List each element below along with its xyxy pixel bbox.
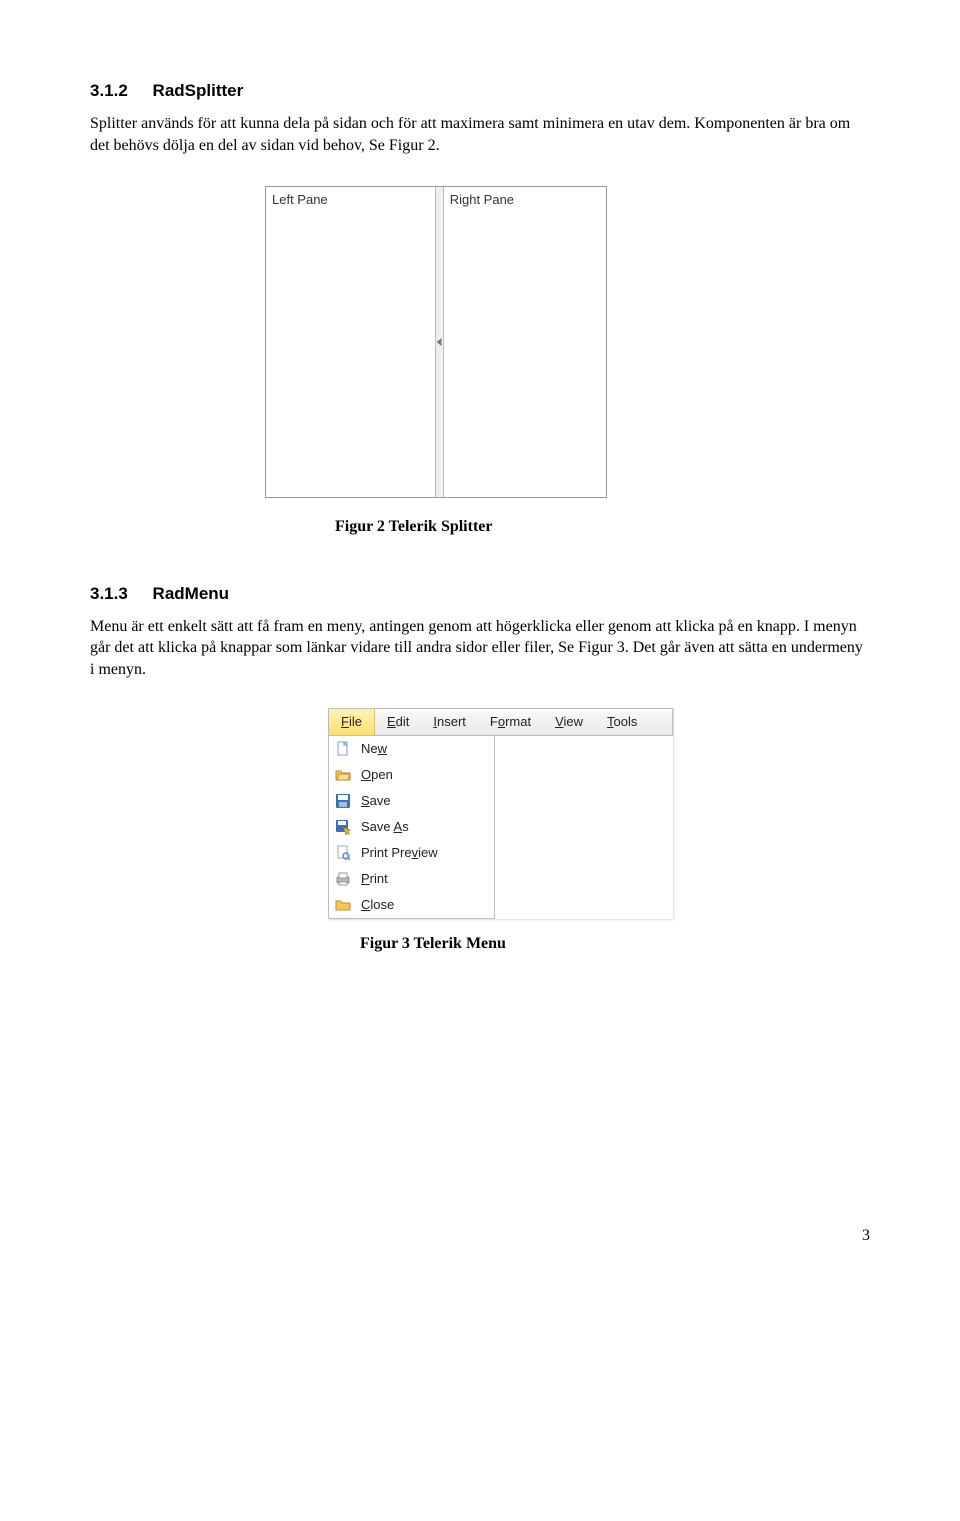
menu-view[interactable]: View: [543, 709, 595, 735]
heading-num: 3.1.2: [90, 81, 128, 100]
menu-item-close[interactable]: Close: [329, 892, 494, 918]
heading-radmenu: 3.1.3 RadMenu: [90, 583, 870, 606]
save-as-icon: [333, 818, 353, 836]
right-pane-label: Right Pane: [444, 187, 606, 213]
heading-title: RadSplitter: [153, 81, 244, 100]
folder-icon: [333, 896, 353, 914]
left-pane-label: Left Pane: [266, 187, 435, 213]
menu-tools[interactable]: Tools: [595, 709, 649, 735]
menu-item-label: Open: [361, 766, 393, 784]
splitter-right-pane: Right Pane: [444, 187, 606, 497]
menu-file[interactable]: File: [329, 709, 375, 735]
new-file-icon: [333, 740, 353, 758]
splitter-figure: Left Pane Right Pane: [265, 186, 607, 498]
menu-item-label: Print Preview: [361, 844, 438, 862]
heading-num: 3.1.3: [90, 584, 128, 603]
menu-item-saveas[interactable]: Save As: [329, 814, 494, 840]
splitter-panes: Left Pane Right Pane: [266, 187, 606, 497]
menu-item-label: Close: [361, 896, 394, 914]
folder-open-icon: [333, 766, 353, 784]
menu-item-label: Print: [361, 870, 388, 888]
splitter-drag-handle[interactable]: [435, 187, 444, 497]
menu-item-label: New: [361, 740, 387, 758]
print-preview-icon: [333, 844, 353, 862]
splitter-left-pane: Left Pane: [266, 187, 435, 497]
file-dropdown: New Open Save Save As Print Preview: [328, 736, 495, 919]
page-number: 3: [90, 1225, 870, 1247]
menu-item-label: Save As: [361, 818, 409, 836]
heading-title: RadMenu: [153, 584, 230, 603]
menubar: File Edit Insert Format View Tools: [328, 708, 673, 736]
menu-edit[interactable]: Edit: [375, 709, 421, 735]
splitter-caption: Figur 2 Telerik Splitter: [335, 516, 870, 538]
menu-item-save[interactable]: Save: [329, 788, 494, 814]
menu-item-printpreview[interactable]: Print Preview: [329, 840, 494, 866]
menu-file-rest: ile: [349, 714, 362, 729]
menu-insert[interactable]: Insert: [421, 709, 478, 735]
print-icon: [333, 870, 353, 888]
menu-item-print[interactable]: Print: [329, 866, 494, 892]
menu-caption: Figur 3 Telerik Menu: [360, 933, 870, 955]
menu-figure: File Edit Insert Format View Tools New O…: [328, 708, 673, 919]
save-icon: [333, 792, 353, 810]
heading-radsplitter: 3.1.2 RadSplitter: [90, 80, 870, 103]
menu-item-open[interactable]: Open: [329, 762, 494, 788]
menu-item-new[interactable]: New: [329, 736, 494, 762]
menu-item-label: Save: [361, 792, 391, 810]
menu-format[interactable]: Format: [478, 709, 543, 735]
menu-body: Menu är ett enkelt sätt att få fram en m…: [90, 616, 870, 681]
splitter-body: Splitter används för att kunna dela på s…: [90, 113, 870, 156]
